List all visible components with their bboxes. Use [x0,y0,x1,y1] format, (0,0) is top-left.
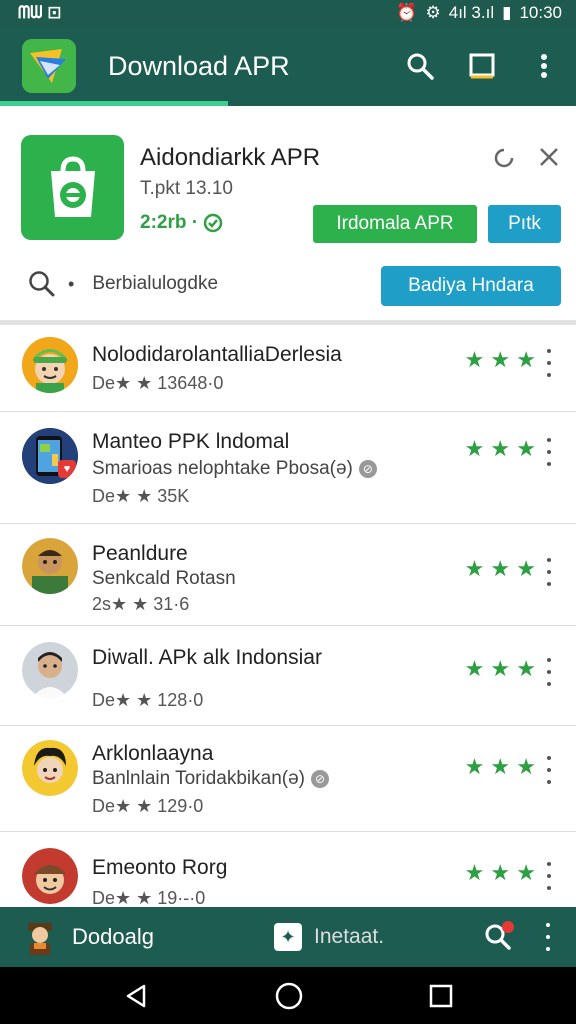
list-item[interactable]: ♥ Manteo PPK lndomal Smarioas nelophtake… [0,412,576,524]
app-logo-icon[interactable] [22,39,76,93]
item-meta: De★ ★ 129·0 [92,796,204,816]
featured-actions [492,146,560,170]
list-item[interactable]: Arklonlaayna Banlnlain Toridakbikan(ə) ⊘… [0,726,576,832]
rating-stars: ★ ★ ★ [464,436,536,461]
recents-icon[interactable] [428,983,454,1009]
more-options-icon[interactable] [540,438,558,466]
item-meta: 2s★ ★ 31·6 [92,594,190,614]
rating-stars: ★ ★ ★ [464,656,536,681]
rating-stars: ★ ★ ★ [464,556,536,581]
system-nav-bar [0,967,576,1024]
settings-icon: ⚙ [425,3,441,22]
bottom-nav-home[interactable]: Dodoalg [22,919,252,955]
more-options-icon[interactable] [522,44,566,88]
more-options-icon[interactable] [540,558,558,586]
featured-app-icon[interactable] [21,135,124,240]
signal-indicator: 4ıl 3.ıl [448,3,495,22]
more-options-icon[interactable] [540,658,558,686]
pick-button[interactable]: Pıtk [488,205,561,243]
rating-stars: ★ ★ ★ [464,347,536,372]
item-subtitle: Senkcald Rotasn [92,568,236,590]
avatar [22,538,78,594]
rating-stars: ★ ★ ★ [464,860,536,885]
avatar [22,740,78,796]
rating-stars: ★ ★ ★ [464,754,536,779]
item-subtitle: Banlnlain Toridakbikan(ə) ⊘ [92,768,329,790]
item-title: Arklonlaayna [92,742,214,765]
cast-icon[interactable] [460,44,504,88]
notification-badge [502,921,514,933]
status-right: ⏰ ⚙ 4ıl 3.ıl ▮ 10:30 [396,3,562,23]
item-meta: De★ ★ 35K [92,486,190,506]
app-list: NolodidarolantalliaDerlesia De★ ★ 13648·… [0,325,576,907]
avatar [22,337,78,393]
featured-rating-text: 2:2rb · [140,212,199,233]
status-left-icons: ᗰᗯ ⊡ [18,3,62,23]
item-subtitle-text: Senkcald Rotasn [92,568,236,589]
character-icon [28,923,52,955]
red-badge-icon: ♥ [58,460,76,478]
list-item[interactable]: Diwall. APk alk Indonsiar De★ ★ 128·0 ★ … [0,626,576,726]
install-button[interactable]: Irdomala APR [313,205,477,243]
avatar [22,642,78,698]
item-title: NolodidarolantalliaDerlesia [92,343,342,366]
more-options-icon[interactable] [540,862,558,890]
item-subtitle-text: Banlnlain Toridakbikan(ə) [92,768,305,789]
info-icon[interactable]: ⊘ [358,460,377,478]
bottom-bar: Dodoalg ✦ Inetaat. [0,907,576,967]
alarm-icon: ⏰ [396,3,418,22]
list-item[interactable]: NolodidarolantalliaDerlesia De★ ★ 13648·… [0,325,576,412]
app-title: Download APR [108,50,290,81]
more-options-icon[interactable] [540,756,558,784]
item-title: Peanldure [92,542,188,565]
item-meta: De★ ★ 128·0 [92,690,204,710]
sparkle-icon: ✦ [274,923,302,951]
featured-app-rating: 2:2rb · [140,212,224,234]
search-separator-dot: • [68,273,75,294]
bottom-left-label: Dodoalg [72,924,154,949]
list-item[interactable]: Emeonto Rorg De★ ★ 19·-·0 ★ ★ ★ [0,832,576,907]
featured-app-version: T.pkt 13.10 [140,178,233,199]
featured-app-card: Aidondiarkk APR T.pkt 13.10 2:2rb · Irdo… [0,106,576,322]
search-icon[interactable] [398,44,442,88]
popular-button[interactable]: Badiya Hndara [381,266,561,306]
search-row[interactable]: • Berbialulogdke [28,270,218,298]
featured-app-name: Aidondiarkk APR [140,144,321,171]
avatar: ♥ [22,428,78,484]
status-time: 10:30 [519,3,562,22]
back-icon[interactable] [122,982,150,1010]
more-options-icon[interactable] [540,349,558,377]
item-subtitle: Smarioas nelophtake Pbosa(ə) ⊘ [92,458,377,480]
close-icon[interactable] [538,146,560,168]
status-left-text: ᗰᗯ ⊡ [18,3,62,22]
refresh-icon [203,213,223,233]
item-meta: De★ ★ 13648·0 [92,373,224,393]
item-meta: De★ ★ 19·-·0 [92,888,206,907]
status-bar: ᗰᗯ ⊡ ⏰ ⚙ 4ıl 3.ıl ▮ 10:30 [0,0,576,26]
bottom-search-icon[interactable] [480,919,516,955]
loading-icon[interactable] [492,146,516,170]
search-icon[interactable] [28,270,56,298]
home-icon[interactable] [274,981,304,1011]
item-title: Manteo PPK lndomal [92,430,290,453]
app-bar: Download APR [0,26,576,106]
item-title: Diwall. APk alk Indonsiar [92,646,322,669]
list-item[interactable]: Peanldure Senkcald Rotasn 2s★ ★ 31·6 ★ ★… [0,524,576,626]
bottom-more-icon[interactable] [538,923,558,951]
info-icon[interactable]: ⊘ [311,770,329,788]
item-subtitle-text: Smarioas nelophtake Pbosa(ə) [92,458,353,479]
item-title: Emeonto Rorg [92,856,228,879]
bottom-nav-install[interactable]: ✦ Inetaat. [274,923,480,951]
search-text[interactable]: Berbialulogdke [92,273,218,295]
battery-icon: ▮ [502,3,512,22]
bottom-mid-label: Inetaat. [314,925,385,948]
avatar [22,848,78,904]
